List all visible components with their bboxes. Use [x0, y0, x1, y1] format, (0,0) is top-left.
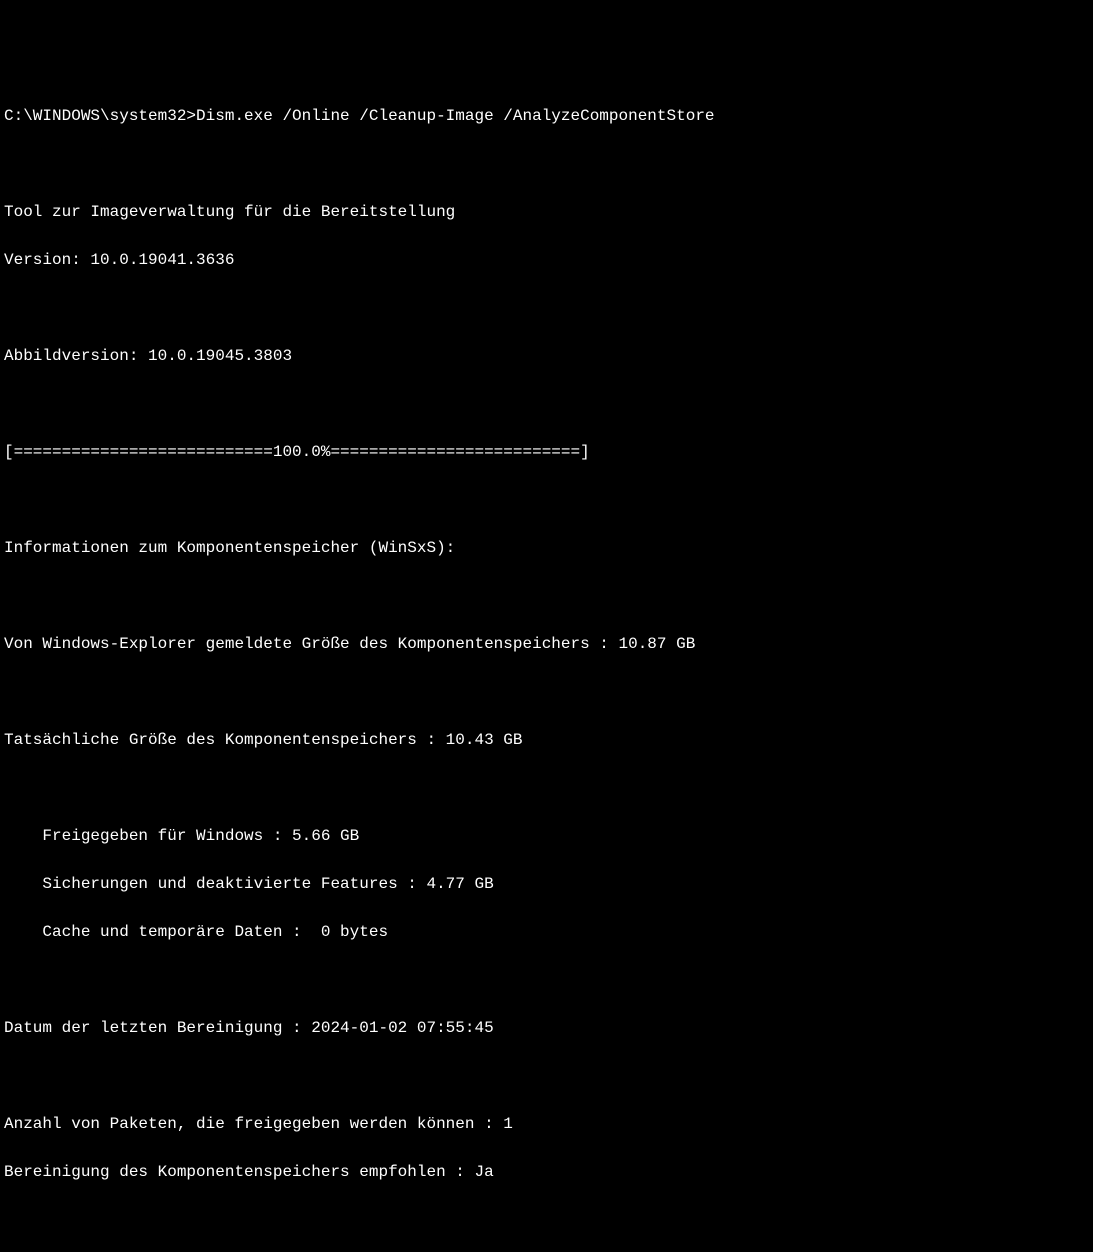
tool-description: Tool zur Imageverwaltung für die Bereits…	[4, 200, 1089, 224]
shared-with-windows: Freigegeben für Windows : 5.66 GB	[4, 824, 1089, 848]
blank-line	[4, 968, 1089, 992]
blank-line	[4, 1064, 1089, 1088]
cache-temp-data: Cache und temporäre Daten : 0 bytes	[4, 920, 1089, 944]
component-store-info-header: Informationen zum Komponentenspeicher (W…	[4, 536, 1089, 560]
blank-line	[4, 680, 1089, 704]
blank-line	[4, 296, 1089, 320]
last-cleanup-date: Datum der letzten Bereinigung : 2024-01-…	[4, 1016, 1089, 1040]
reported-size: Von Windows-Explorer gemeldete Größe des…	[4, 632, 1089, 656]
dism-command: Dism.exe /Online /Cleanup-Image /Analyze…	[196, 107, 714, 125]
blank-line	[4, 392, 1089, 416]
reclaimable-packages: Anzahl von Paketen, die freigegeben werd…	[4, 1112, 1089, 1136]
blank-line	[4, 584, 1089, 608]
cleanup-recommended: Bereinigung des Komponentenspeichers emp…	[4, 1160, 1089, 1184]
prompt-path: C:\WINDOWS\system32>	[4, 107, 196, 125]
blank-line	[4, 488, 1089, 512]
backups-disabled-features: Sicherungen und deaktivierte Features : …	[4, 872, 1089, 896]
blank-line	[4, 1208, 1089, 1232]
command-prompt-line[interactable]: C:\WINDOWS\system32>Dism.exe /Online /Cl…	[4, 104, 1089, 128]
actual-size: Tatsächliche Größe des Komponentenspeich…	[4, 728, 1089, 752]
image-version: Abbildversion: 10.0.19045.3803	[4, 344, 1089, 368]
blank-line	[4, 776, 1089, 800]
tool-version: Version: 10.0.19041.3636	[4, 248, 1089, 272]
blank-line	[4, 152, 1089, 176]
progress-bar: [===========================100.0%======…	[4, 440, 1089, 464]
